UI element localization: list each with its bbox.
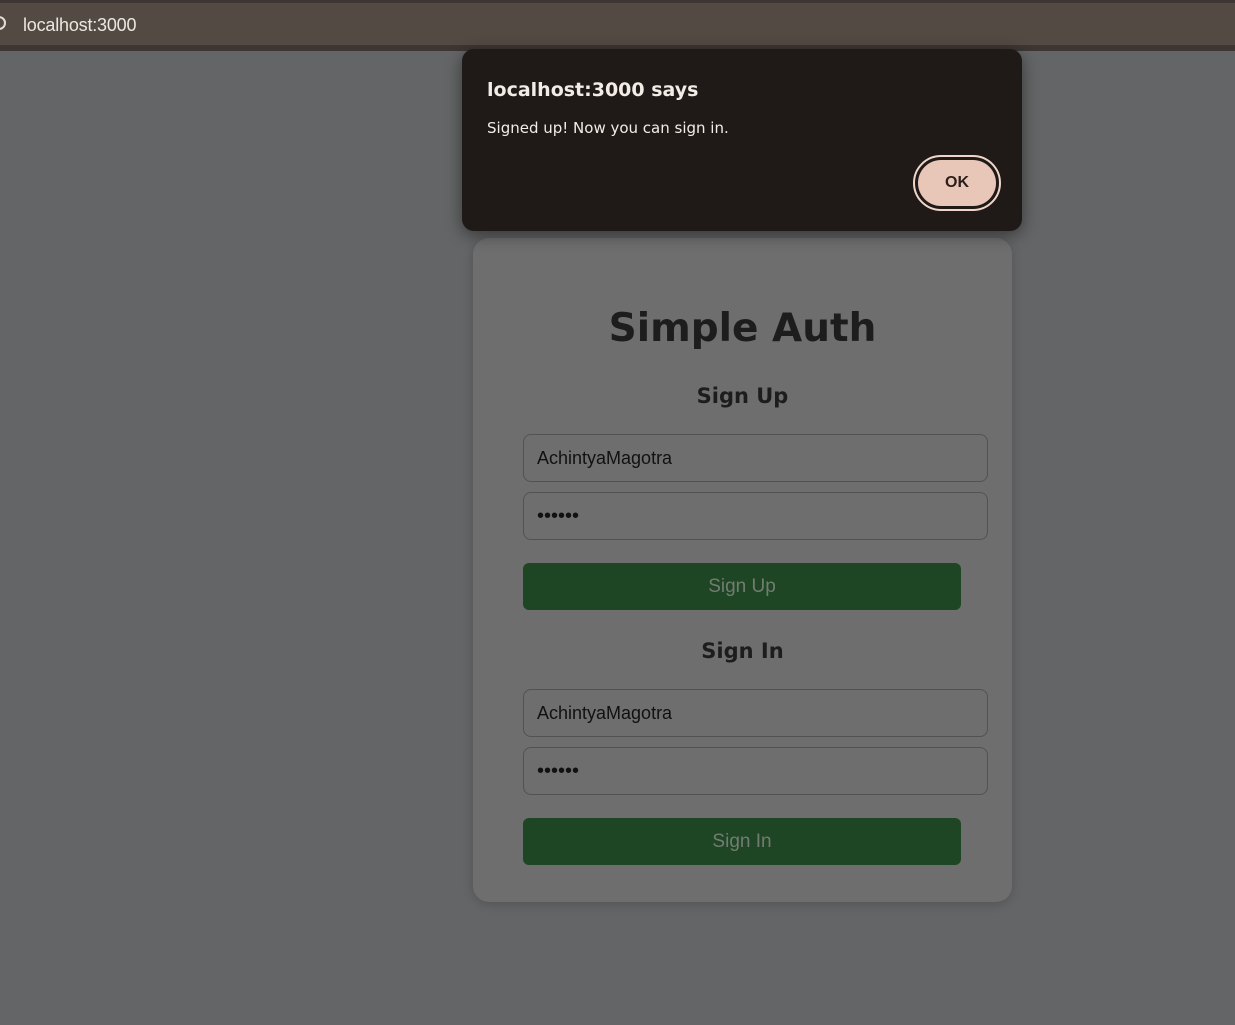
url-text[interactable]: localhost:3000: [23, 15, 136, 36]
browser-address-bar: localhost:3000: [0, 0, 1235, 51]
alert-dialog: localhost:3000 says Signed up! Now you c…: [462, 49, 1022, 231]
signup-button[interactable]: Sign Up: [523, 563, 961, 610]
page-title: Simple Auth: [608, 306, 877, 351]
signup-username-input[interactable]: AchintyaMagotra: [523, 434, 988, 482]
reload-icon[interactable]: [0, 16, 6, 30]
signin-username-input[interactable]: AchintyaMagotra: [523, 689, 988, 737]
ok-button-label: OK: [918, 160, 996, 206]
dialog-title: localhost:3000 says: [487, 79, 699, 101]
signin-button[interactable]: Sign In: [523, 818, 961, 865]
signin-password-input[interactable]: ••••••: [523, 747, 988, 795]
dialog-message: Signed up! Now you can sign in.: [487, 119, 729, 137]
signup-password-input[interactable]: ••••••: [523, 492, 988, 540]
ok-button[interactable]: OK: [913, 155, 1001, 211]
signin-heading: Sign In: [701, 639, 784, 663]
signup-heading: Sign Up: [696, 384, 789, 408]
auth-card: Simple Auth Sign Up AchintyaMagotra ••••…: [473, 238, 1012, 902]
